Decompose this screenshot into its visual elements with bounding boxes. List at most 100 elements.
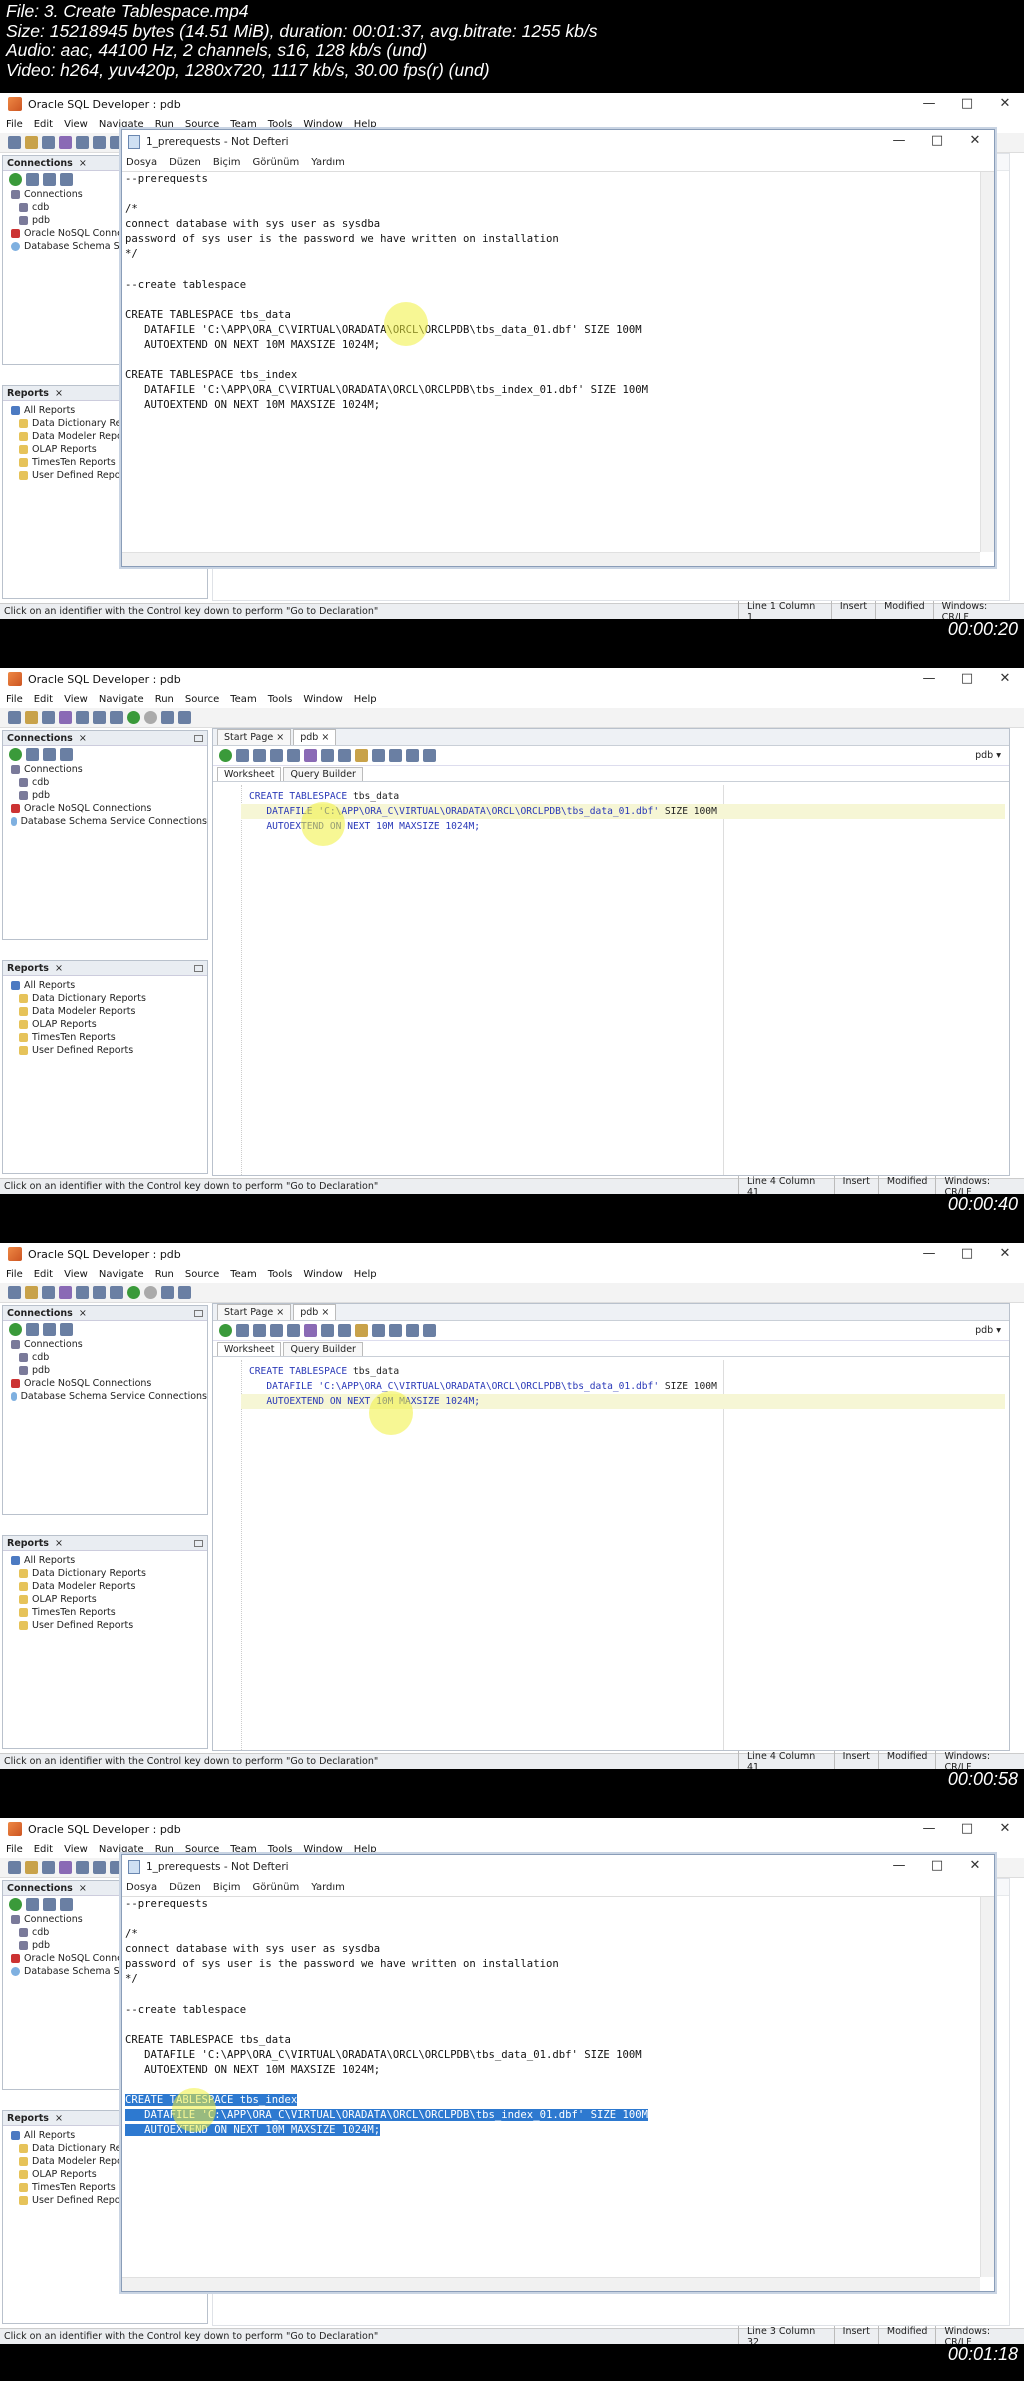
worksheet-toolbar-icon[interactable] (253, 749, 266, 762)
report-item[interactable]: Data Modeler Reports (3, 1580, 207, 1593)
worksheet-toolbar-icon[interactable] (372, 749, 385, 762)
worksheet-toolbar-icon[interactable] (372, 1324, 385, 1337)
toolbar-icon[interactable] (42, 711, 55, 724)
toolbar-icon[interactable] (93, 1861, 106, 1874)
tab-query-builder[interactable]: Query Builder (283, 767, 363, 781)
worksheet-toolbar-icon[interactable] (236, 749, 249, 762)
tab-worksheet[interactable]: Worksheet (217, 1342, 282, 1356)
tab-query-builder[interactable]: Query Builder (283, 1342, 363, 1356)
menu-view[interactable]: View (64, 1844, 88, 1855)
maximize-icon[interactable]: □ (948, 668, 986, 690)
report-item[interactable]: TimesTen Reports (3, 1031, 207, 1044)
tree-item[interactable]: Database Schema Service Connections (3, 815, 207, 828)
menu-navigate[interactable]: Navigate (99, 1844, 144, 1855)
worksheet-toolbar-icon[interactable] (219, 749, 232, 762)
toolbar-icon[interactable] (59, 1286, 72, 1299)
toolbar-icon[interactable] (76, 1861, 89, 1874)
close-icon[interactable]: × (79, 733, 87, 744)
close-icon[interactable]: × (79, 1883, 87, 1894)
close-icon[interactable]: × (55, 2113, 63, 2124)
menu-source[interactable]: Source (185, 1844, 219, 1855)
maximize-icon[interactable]: □ (948, 1243, 986, 1265)
toolbar-icon[interactable] (161, 711, 174, 724)
minimize-icon[interactable]: — (910, 93, 948, 115)
menu-source[interactable]: Source (185, 694, 219, 705)
toolbar-icon[interactable] (76, 1286, 89, 1299)
code-area[interactable]: CREATE TABLESPACE tbs_data DATAFILE 'C:\… (213, 1360, 1009, 1750)
close-icon[interactable]: ✕ (956, 130, 994, 152)
toolbar-icon[interactable] (76, 711, 89, 724)
maximize-icon[interactable]: □ (948, 1818, 986, 1840)
menu-tools[interactable]: Tools (268, 119, 293, 130)
toolbar-icon[interactable] (25, 1286, 38, 1299)
close-icon[interactable]: ✕ (986, 93, 1024, 115)
toolbar-icon[interactable] (25, 711, 38, 724)
toolbar-icon[interactable] (93, 1286, 106, 1299)
minimize-icon[interactable] (194, 1309, 203, 1317)
tree-item[interactable]: cdb (3, 776, 207, 789)
close-icon[interactable]: ✕ (986, 1818, 1024, 1840)
minimize-icon[interactable]: — (880, 130, 918, 152)
minimize-icon[interactable] (194, 964, 203, 972)
toolbar-icon[interactable] (59, 136, 72, 149)
toolbar-icon[interactable] (8, 711, 21, 724)
menu-team[interactable]: Team (230, 119, 256, 130)
menu-navigate[interactable]: Navigate (99, 694, 144, 705)
notepad-menu-item[interactable]: Düzen (169, 157, 201, 168)
toolbar-icon[interactable] (110, 1286, 123, 1299)
notepad-menu-item[interactable]: Görünüm (253, 1882, 300, 1893)
toolbar-icon[interactable] (25, 1861, 38, 1874)
menu-team[interactable]: Team (230, 1844, 256, 1855)
menu-run[interactable]: Run (155, 1269, 174, 1280)
menu-tools[interactable]: Tools (268, 1269, 293, 1280)
toolbar-icon[interactable] (93, 711, 106, 724)
toolbar-icon[interactable] (93, 136, 106, 149)
tree-item[interactable]: pdb (3, 789, 207, 802)
menu-tools[interactable]: Tools (268, 1844, 293, 1855)
notepad-menu-item[interactable]: Yardım (311, 1882, 345, 1893)
tree-item[interactable]: Database Schema Service Connections (3, 1390, 207, 1403)
worksheet-toolbar-icon[interactable] (406, 1324, 419, 1337)
report-item[interactable]: User Defined Reports (3, 1044, 207, 1057)
toolbar-icon[interactable] (178, 1286, 191, 1299)
minimize-icon[interactable] (194, 734, 203, 742)
report-item[interactable]: OLAP Reports (3, 1018, 207, 1031)
menu-file[interactable]: File (6, 1269, 23, 1280)
tree-item[interactable]: pdb (3, 1364, 207, 1377)
toolbar-icon[interactable] (144, 1286, 157, 1299)
toolbar-icon[interactable] (8, 1861, 21, 1874)
worksheet-toolbar-icon[interactable] (423, 749, 436, 762)
menu-edit[interactable]: Edit (34, 1844, 53, 1855)
maximize-icon[interactable]: □ (948, 93, 986, 115)
tab-worksheet[interactable]: Worksheet (217, 767, 282, 781)
close-icon[interactable]: × (79, 158, 87, 169)
report-item[interactable]: User Defined Reports (3, 1619, 207, 1632)
tab-start-page[interactable]: Start Page × (217, 729, 292, 745)
worksheet-toolbar-icon[interactable] (355, 1324, 368, 1337)
toolbar-icon[interactable] (8, 136, 21, 149)
notepad-menu-item[interactable]: Dosya (126, 157, 157, 168)
worksheet-toolbar-icon[interactable] (253, 1324, 266, 1337)
code-area[interactable]: CREATE TABLESPACE tbs_data DATAFILE 'C:\… (213, 785, 1009, 1175)
toolbar-icon[interactable] (76, 136, 89, 149)
menu-tools[interactable]: Tools (268, 694, 293, 705)
tab-start-page[interactable]: Start Page × (217, 1304, 292, 1320)
toolbar-icon[interactable] (59, 1861, 72, 1874)
menu-run[interactable]: Run (155, 1844, 174, 1855)
worksheet-toolbar-icon[interactable] (389, 749, 402, 762)
worksheet-toolbar-icon[interactable] (304, 1324, 317, 1337)
menu-window[interactable]: Window (303, 694, 342, 705)
tab-pdb[interactable]: pdb × (293, 1304, 337, 1320)
close-icon[interactable]: × (55, 388, 63, 399)
worksheet-toolbar-icon[interactable] (270, 749, 283, 762)
connection-selector[interactable]: pdb ▾ (975, 1325, 1001, 1336)
vertical-scrollbar[interactable] (980, 1897, 994, 2277)
menu-navigate[interactable]: Navigate (99, 119, 144, 130)
toolbar-icon[interactable] (178, 711, 191, 724)
notepad-menu-item[interactable]: Biçim (213, 157, 241, 168)
menu-view[interactable]: View (64, 1269, 88, 1280)
menu-file[interactable]: File (6, 1844, 23, 1855)
tree-item[interactable]: Connections (3, 763, 207, 776)
menu-team[interactable]: Team (230, 694, 256, 705)
close-icon[interactable]: × (79, 1308, 87, 1319)
